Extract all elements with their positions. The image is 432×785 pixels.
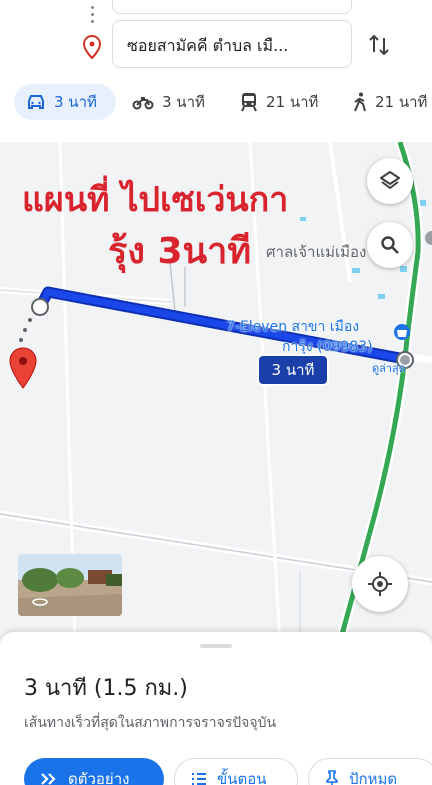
store-poi-icon[interactable] (394, 324, 410, 340)
mode-walking-label: 21 นาที (375, 93, 428, 111)
layers-icon (380, 171, 400, 189)
transit-icon (241, 93, 257, 112)
pin-button-label: ปักหมุด (349, 770, 398, 785)
map-red-pin-icon[interactable] (9, 347, 37, 389)
street-view-thumbnail[interactable] (18, 554, 122, 616)
map-view[interactable]: แผนที่ ไปเซเว่นกา รุ้ง 3นาที ศาลเจ้าแม่เ… (0, 142, 432, 642)
destination-input[interactable]: ซอยสามัคคี ตำบล เมื... (112, 20, 352, 68)
double-chevron-icon (41, 773, 56, 785)
steps-button-label: ขั้นตอน (217, 770, 267, 785)
mode-transit[interactable]: 21 นาที (240, 84, 318, 120)
overlay-title-line2: รุ้ง 3นาที (108, 231, 252, 272)
route-dots-icon (91, 6, 95, 26)
my-location-button[interactable] (352, 556, 408, 612)
mode-motorcycle[interactable]: 3 นาที (132, 84, 205, 120)
mode-driving-label: 3 นาที (54, 93, 97, 111)
destination-pin-icon (82, 35, 102, 59)
walk-icon (354, 92, 366, 112)
preview-button-label: ดูตัวอย่าง (68, 770, 130, 785)
preview-button[interactable]: ดูตัวอย่าง (24, 758, 164, 785)
route-time-badge[interactable]: 3 นาที (257, 354, 329, 386)
route-duration: 3 นาที (1.5 กม.) (24, 676, 188, 701)
poi-label-line1[interactable]: 7-Eleven สาขา เมือง (226, 316, 359, 338)
poi-sub-label: ดูล่าสุด (372, 362, 406, 375)
mode-driving[interactable]: 3 นาที (14, 84, 116, 120)
pushpin-icon (326, 770, 338, 785)
list-icon (192, 773, 206, 785)
steps-button[interactable]: ขั้นตอน (174, 758, 298, 785)
origin-field[interactable] (112, 0, 352, 14)
pin-button[interactable]: ปักหมุด (308, 758, 432, 785)
shrine-label[interactable]: ศาลเจ้าแม่เมือง (266, 240, 366, 264)
car-icon (28, 95, 44, 109)
mode-transit-label: 21 นาที (266, 93, 319, 111)
search-icon (381, 236, 399, 254)
swap-icon[interactable] (366, 32, 392, 58)
route-summary-sheet: 3 นาที (1.5 กม.) เส้นทางเร็วที่สุดในสภาพ… (0, 632, 432, 785)
overlay-title-line1: แผนที่ ไปเซเว่นกา (22, 180, 289, 220)
search-along-route-button[interactable] (367, 222, 413, 268)
mode-walking[interactable]: 21 นาที (353, 84, 427, 120)
sheet-drag-handle[interactable] (200, 644, 232, 648)
route-description: เส้นทางเร็วที่สุดในสภาพการจราจรปัจจุบัน (24, 715, 277, 731)
crosshair-icon (368, 572, 392, 596)
travel-mode-bar: 3 นาที 3 นาที 21 นาที 21 นาที (0, 80, 432, 124)
motorcycle-icon (132, 97, 154, 110)
mode-motorcycle-label: 3 นาที (162, 93, 205, 111)
layers-button[interactable] (367, 158, 413, 204)
directions-panel: ซอยสามัคคี ตำบล เมื... 3 นาที 3 นาที 21 … (0, 0, 432, 142)
